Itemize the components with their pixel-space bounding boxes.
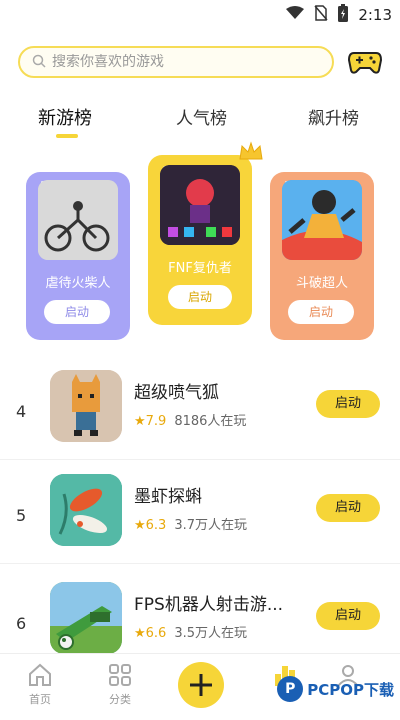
crown-icon: [238, 141, 264, 165]
start-button[interactable]: 启动: [288, 300, 354, 324]
list-item[interactable]: 5 墨虾探蝌 ★6.3 3.7万人在玩 启动: [0, 464, 400, 564]
game-thumbnail: [160, 165, 240, 245]
rank-number: 6: [16, 614, 27, 633]
no-sim-icon: [314, 5, 328, 25]
nav-home-label: 首页: [29, 693, 51, 706]
watermark: P PCPOP下载: [277, 676, 394, 702]
start-button[interactable]: 启动: [316, 494, 380, 522]
tab-rising[interactable]: 飙升榜: [308, 104, 359, 129]
nav-home[interactable]: 首页: [12, 662, 68, 707]
player-count: 3.7万人在玩: [174, 518, 248, 533]
player-count: 8186人在玩: [174, 414, 247, 429]
start-button[interactable]: 启动: [168, 285, 232, 309]
battery-icon: [338, 4, 349, 26]
podium-card-rank-3[interactable]: 3 斗破超人 启动: [270, 172, 374, 340]
plus-button[interactable]: [178, 662, 224, 708]
rating-score: 7.9: [145, 414, 167, 429]
game-meta: ★7.9 8186人在玩: [134, 410, 246, 429]
player-count: 3.5万人在玩: [174, 626, 248, 641]
rank-number: 5: [16, 506, 27, 525]
start-button[interactable]: 启动: [44, 300, 110, 324]
divider: [0, 563, 400, 564]
divider: [0, 459, 400, 460]
search-box[interactable]: [18, 46, 334, 78]
plus-icon: [190, 674, 212, 696]
top3-podium: 2 虐待火柴人 启动 1 FNF复仇者 启动 3 斗破超人 启动: [0, 141, 400, 350]
rating-score: 6.6: [145, 626, 167, 641]
search-input[interactable]: [46, 54, 292, 70]
podium-card-rank-1[interactable]: 1 FNF复仇者 启动: [148, 141, 263, 325]
list-item[interactable]: 4 超级喷气狐 ★7.9 8186人在玩 启动: [0, 360, 400, 460]
game-title: FPS机器人射击游...: [134, 595, 284, 615]
tab-new-games[interactable]: 新游榜: [38, 104, 92, 130]
game-title: 墨虾探蝌: [134, 487, 202, 507]
rating-score: 6.3: [145, 518, 167, 533]
podium-card-rank-2[interactable]: 2 虐待火柴人 启动: [26, 172, 130, 340]
game-thumbnail: [282, 180, 362, 260]
star-icon: ★: [134, 626, 146, 641]
status-time: 2:13: [358, 6, 392, 24]
game-icon: [50, 582, 122, 654]
home-icon: [29, 663, 51, 686]
search-row: [18, 46, 386, 82]
star-icon: ★: [134, 414, 146, 429]
star-icon: ★: [134, 518, 146, 533]
game-name: 虐待火柴人: [45, 276, 111, 291]
search-icon: [32, 53, 46, 72]
game-name: 斗破超人: [295, 276, 348, 291]
start-button[interactable]: 启动: [316, 602, 380, 630]
game-thumbnail: [38, 180, 118, 260]
watermark-logo-icon: P: [277, 676, 304, 702]
game-title: 超级喷气狐: [134, 383, 219, 403]
game-meta: ★6.6 3.5万人在玩: [134, 622, 247, 641]
tab-popular[interactable]: 人气榜: [176, 104, 227, 129]
start-button[interactable]: 启动: [316, 390, 380, 418]
tab-indicator: [56, 134, 78, 138]
ranking-tabs: 新游榜 人气榜 飙升榜: [0, 104, 400, 138]
game-icon: [50, 370, 122, 442]
game-icon: [50, 474, 122, 546]
nav-categories[interactable]: 分类: [92, 662, 148, 707]
status-bar: 2:13: [0, 0, 400, 30]
gamepad-icon[interactable]: [347, 48, 383, 78]
rank-number: 4: [16, 402, 27, 421]
nav-categories-label: 分类: [109, 693, 131, 706]
wifi-icon: [286, 6, 305, 24]
watermark-text: PCPOP下载: [307, 680, 394, 699]
game-name: FNF复仇者: [168, 261, 232, 276]
grid-icon: [109, 664, 131, 686]
game-meta: ★6.3 3.7万人在玩: [134, 514, 247, 533]
